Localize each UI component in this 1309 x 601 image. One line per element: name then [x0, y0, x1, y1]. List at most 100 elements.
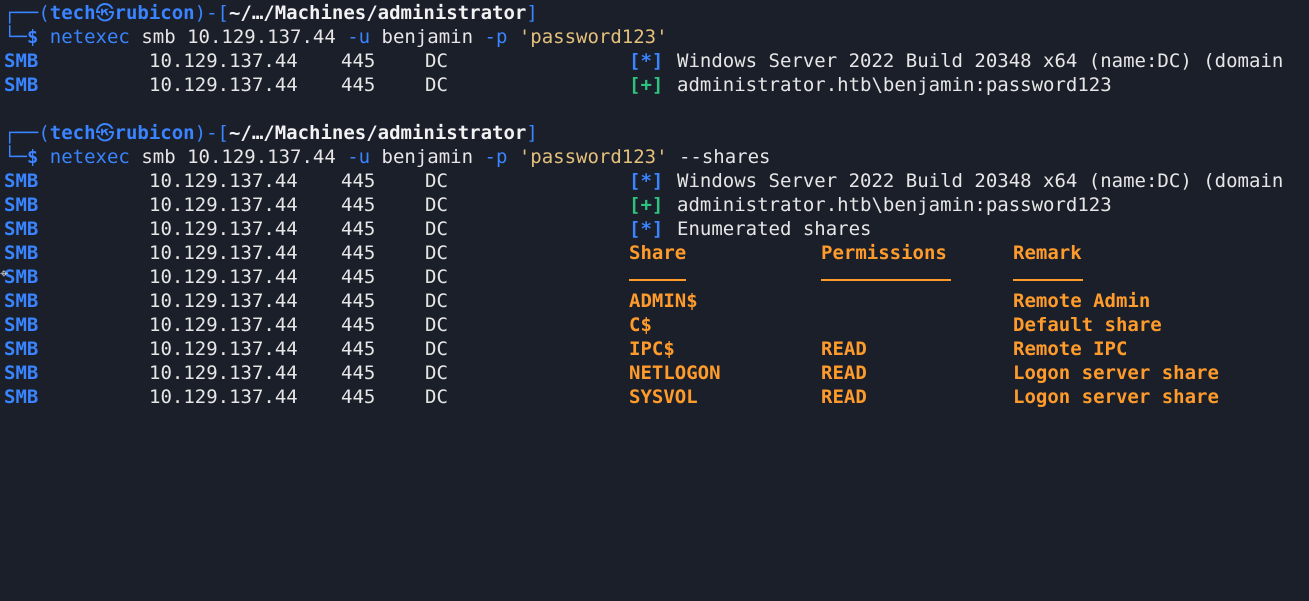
shares-flag: --shares — [667, 146, 771, 168]
row-host: DC — [425, 314, 448, 336]
row-port: 445 — [341, 170, 376, 192]
prompt-frame-bottom: └─ — [4, 146, 27, 168]
header-permissions: Permissions — [821, 242, 947, 264]
command-args: smb 10.129.137.44 — [129, 26, 348, 48]
share-name: SYSVOL — [629, 386, 698, 408]
password-arg: 'password123' — [507, 26, 668, 48]
row-proto: SMB — [4, 194, 39, 216]
row-ip: 10.129.137.44 — [149, 170, 298, 192]
user-arg: benjamin — [370, 146, 485, 168]
prompt-path: ~/…/Machines/administrator — [228, 122, 527, 144]
status-tag: [*] — [629, 50, 664, 72]
prompt-user: tech — [49, 122, 96, 144]
row-ip: 10.129.137.44 — [149, 362, 298, 384]
row-proto: SMB — [4, 290, 39, 312]
row-port: 445 — [341, 362, 376, 384]
row-host: DC — [425, 74, 448, 96]
row-host: DC — [425, 338, 448, 360]
row-ip: 10.129.137.44 — [149, 194, 298, 216]
prompt-header-line: ┌──(tech㉿rubicon)-[~/…/Machines/administ… — [4, 1, 1309, 25]
skull-icon: ㉿ — [95, 122, 115, 144]
prompt-host: rubicon — [114, 122, 195, 144]
status-tag: [*] — [629, 170, 664, 192]
prompt-frame-bottom: └─ — [4, 26, 27, 48]
row-host: DC — [425, 242, 448, 264]
row-host: DC — [425, 362, 448, 384]
row-proto: SMB — [4, 314, 39, 336]
status-tag: [+] — [629, 194, 664, 216]
share-remark: Remote IPC — [1013, 338, 1128, 360]
row-proto: SMB — [4, 338, 39, 360]
share-permissions: READ — [821, 362, 867, 384]
row-host: DC — [425, 290, 448, 312]
row-proto: SMB — [4, 74, 39, 96]
share-name: ADMIN$ — [629, 290, 698, 312]
terminal-output[interactable]: ┌──(tech㉿rubicon)-[~/…/Machines/administ… — [4, 1, 1309, 409]
output-row: SMB 10.129.137.44 445 DC [*] Enumerated … — [4, 217, 1309, 241]
share-row: SMB 10.129.137.44 445 DC SYSVOL READ Log… — [4, 385, 1309, 409]
share-name: IPC$ — [629, 338, 675, 360]
prompt-dollar: $ — [26, 26, 39, 48]
row-port: 445 — [341, 314, 376, 336]
status-text: Enumerated shares — [677, 218, 872, 240]
row-host: DC — [425, 194, 448, 216]
command-name: netexec — [49, 146, 130, 168]
row-ip: 10.129.137.44 — [149, 50, 298, 72]
output-row: SMB 10.129.137.44 445 DC [+] administrat… — [4, 193, 1309, 217]
output-row: SMB 10.129.137.44 445 DC [+] administrat… — [4, 73, 1309, 97]
flag-u: -u — [347, 26, 371, 48]
status-text: Windows Server 2022 Build 20348 x64 (nam… — [677, 50, 1284, 72]
mouse-cursor-icon: ⌖ — [0, 266, 8, 282]
row-host: DC — [425, 170, 448, 192]
row-proto: SMB — [4, 50, 39, 72]
status-tag: [*] — [629, 218, 664, 240]
row-ip: 10.129.137.44 — [149, 266, 298, 288]
output-row: SMB 10.129.137.44 445 DC [*] Windows Ser… — [4, 169, 1309, 193]
row-proto: SMB — [4, 170, 39, 192]
row-port: 445 — [341, 218, 376, 240]
status-text: Windows Server 2022 Build 20348 x64 (nam… — [677, 170, 1284, 192]
prompt-frame-top: ┌──( — [4, 2, 50, 24]
flag-p: -p — [484, 26, 508, 48]
permissions-underline — [821, 265, 951, 289]
prompt-path: ~/…/Machines/administrator — [228, 2, 527, 24]
header-share: Share — [629, 242, 687, 264]
header-remark: Remark — [1013, 242, 1082, 264]
row-host: DC — [425, 386, 448, 408]
prompt-frame-mid: )-[ — [194, 122, 229, 144]
row-ip: 10.129.137.44 — [149, 218, 298, 240]
prompt-frame-close: ] — [526, 122, 538, 144]
flag-u: -u — [347, 146, 371, 168]
prompt-frame-close: ] — [526, 2, 538, 24]
share-remark: Logon server share — [1013, 386, 1219, 408]
command-args: smb 10.129.137.44 — [129, 146, 348, 168]
command-line: └─$ netexec smb 10.129.137.44 -u benjami… — [4, 25, 1309, 49]
skull-icon: ㉿ — [95, 2, 115, 24]
prompt-host: rubicon — [114, 2, 195, 24]
row-port: 445 — [341, 290, 376, 312]
row-ip: 10.129.137.44 — [149, 386, 298, 408]
share-remark: Remote Admin — [1013, 290, 1151, 312]
row-port: 445 — [341, 242, 376, 264]
row-ip: 10.129.137.44 — [149, 242, 298, 264]
flag-p: -p — [484, 146, 508, 168]
share-underline — [629, 265, 686, 289]
share-row: SMB 10.129.137.44 445 DC NETLOGON READ L… — [4, 361, 1309, 385]
row-host: DC — [425, 266, 448, 288]
share-row: SMB 10.129.137.44 445 DC ADMIN$ Remote A… — [4, 289, 1309, 313]
row-proto: SMB — [4, 242, 39, 264]
command-name: netexec — [49, 26, 130, 48]
prompt-header-line: ┌──(tech㉿rubicon)-[~/…/Machines/administ… — [4, 121, 1309, 145]
row-proto: SMB — [4, 218, 39, 240]
command-line: └─$ netexec smb 10.129.137.44 -u benjami… — [4, 145, 1309, 169]
share-name: C$ — [629, 314, 652, 336]
status-text: administrator.htb\benjamin:password123 — [677, 194, 1112, 216]
row-host: DC — [425, 218, 448, 240]
prompt-frame-mid: )-[ — [194, 2, 229, 24]
shares-header-row: SMB 10.129.137.44 445 DC Share Permissio… — [4, 241, 1309, 265]
status-text: administrator.htb\benjamin:password123 — [677, 74, 1112, 96]
share-row: SMB 10.129.137.44 445 DC C$ Default shar… — [4, 313, 1309, 337]
shares-underline-row: SMB 10.129.137.44 445 DC — [4, 265, 1309, 289]
password-arg: 'password123' — [507, 146, 668, 168]
